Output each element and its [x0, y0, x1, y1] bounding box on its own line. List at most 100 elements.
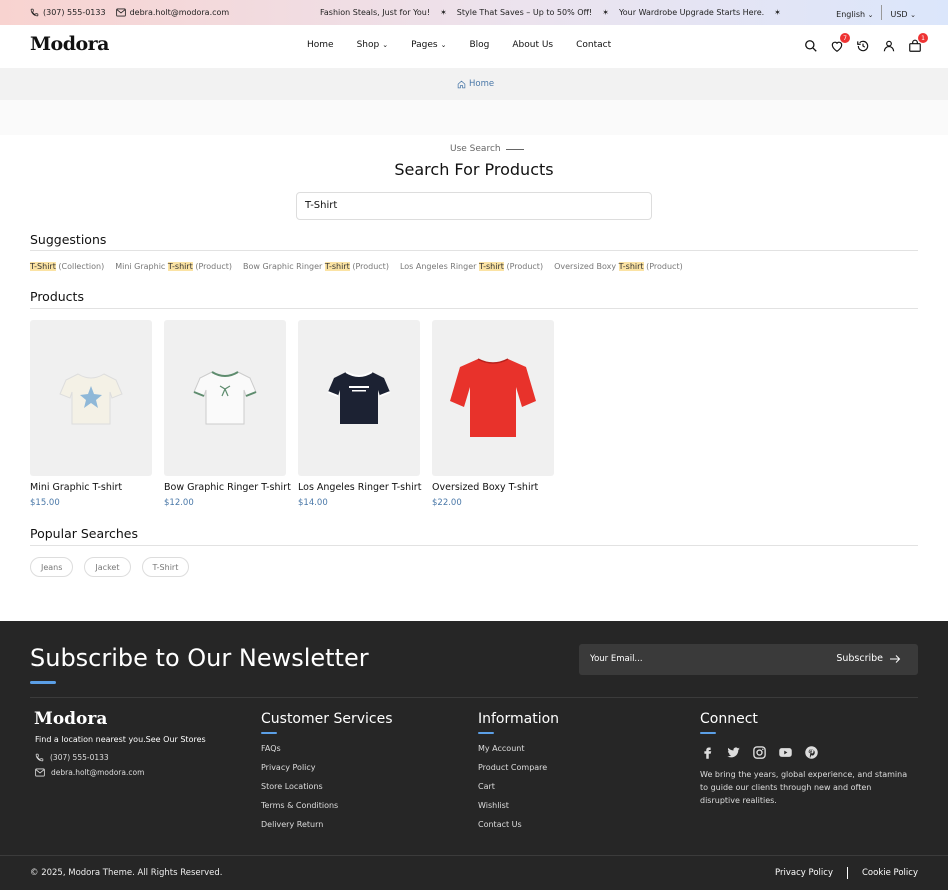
suggestions-title: Suggestions — [30, 232, 107, 247]
divider — [30, 250, 918, 251]
footer-link[interactable]: Delivery Return — [261, 820, 393, 829]
sparkle-icon: ✶ — [602, 8, 609, 17]
sparkle-icon: ✶ — [440, 8, 447, 17]
wishlist-count-badge: 7 — [840, 33, 850, 43]
suggestion-item[interactable]: T-Shirt (Collection) — [30, 262, 104, 271]
footer-email[interactable]: debra.holt@modora.com — [35, 768, 144, 777]
nav-item-home[interactable]: Home — [307, 40, 334, 50]
footer-link[interactable]: FAQs — [261, 744, 393, 753]
divider — [0, 855, 948, 856]
footer-link[interactable]: Privacy Policy — [261, 763, 393, 772]
product-card[interactable]: Mini Graphic T-shirt $15.00 — [30, 320, 152, 508]
instagram-icon[interactable] — [752, 745, 767, 760]
tshirt-image — [193, 371, 257, 425]
eyebrow-line — [505, 148, 524, 150]
history-icon — [857, 40, 869, 52]
site-header: Modora Home Shop ⌄ Pages ⌄ Blog About Us C… — [0, 25, 948, 68]
product-card[interactable]: Bow Graphic Ringer T-shirt $12.00 — [164, 320, 291, 508]
youtube-icon[interactable] — [778, 745, 793, 760]
search-chip[interactable]: Jeans — [30, 557, 74, 577]
title-underline — [30, 681, 56, 684]
suggestion-item[interactable]: Mini Graphic T-shirt (Product) — [115, 262, 232, 271]
product-card[interactable]: Oversized Boxy T-shirt $22.00 — [432, 320, 554, 508]
top-bar: (307) 555-0133 debra.holt@modora.com Fas… — [0, 0, 948, 25]
chevron-down-icon: ⌄ — [382, 41, 389, 49]
product-image[interactable] — [164, 320, 286, 476]
product-card[interactable]: Los Angeles Ringer T-shirt $14.00 — [298, 320, 421, 508]
privacy-policy-link[interactable]: Privacy Policy — [775, 868, 833, 878]
account-button[interactable] — [882, 38, 896, 52]
nav-item-blog[interactable]: Blog — [469, 40, 489, 50]
language-select[interactable]: English ⌄ — [836, 10, 873, 19]
cookie-policy-link[interactable]: Cookie Policy — [862, 868, 918, 878]
topbar-phone[interactable]: (307) 555-0133 — [30, 8, 106, 17]
promo-text: Fashion Steals, Just for You! — [320, 8, 431, 17]
search-button[interactable] — [804, 38, 818, 52]
footer-information: Information My Account Product Compare C… — [478, 711, 559, 829]
footer-link[interactable]: Store Locations — [261, 782, 393, 791]
product-price: $22.00 — [432, 498, 462, 508]
footer-logo[interactable]: Modora — [34, 709, 107, 729]
footer-link[interactable]: My Account — [478, 744, 559, 753]
footer-customer-services: Customer Services FAQs Privacy Policy St… — [261, 711, 393, 829]
product-name[interactable]: Bow Graphic Ringer T-shirt — [164, 482, 291, 493]
footer-column-title: Connect — [700, 711, 758, 727]
store-locator-text[interactable]: Find a location nearest you.See Our Stor… — [35, 735, 206, 744]
mail-icon — [35, 768, 45, 777]
spacer-band — [0, 100, 948, 135]
nav-item-about[interactable]: About Us — [512, 40, 553, 50]
product-name[interactable]: Los Angeles Ringer T-shirt — [298, 482, 421, 493]
cart-button[interactable]: 1 — [908, 33, 928, 52]
currency-select[interactable]: USD ⌄ — [890, 10, 916, 19]
footer-link[interactable]: Wishlist — [478, 801, 559, 810]
mail-icon — [115, 8, 126, 17]
search-input[interactable]: T-Shirt — [296, 192, 652, 220]
suggestion-item[interactable]: Los Angeles Ringer T-shirt (Product) — [400, 262, 543, 271]
cart-count-badge: 1 — [918, 33, 928, 43]
search-chip[interactable]: Jacket — [84, 557, 131, 577]
title-underline — [261, 732, 277, 734]
topbar-email[interactable]: debra.holt@modora.com — [115, 8, 229, 17]
pinterest-icon[interactable] — [804, 745, 819, 760]
footer-phone[interactable]: (307) 555-0133 — [35, 753, 109, 762]
subscribe-button[interactable]: Subscribe — [836, 653, 901, 664]
connect-description: We bring the years, global experience, a… — [700, 770, 908, 805]
footer-connect: Connect — [700, 711, 758, 734]
search-chip[interactable]: T-Shirt — [141, 557, 190, 577]
footer-link[interactable]: Product Compare — [478, 763, 559, 772]
legal-links: Privacy Policy Cookie Policy — [775, 867, 918, 879]
nav-item-contact[interactable]: Contact — [576, 40, 611, 50]
home-icon — [457, 80, 466, 88]
social-links — [700, 745, 819, 760]
footer-link[interactable]: Cart — [478, 782, 559, 791]
product-image[interactable] — [30, 320, 152, 476]
product-name[interactable]: Oversized Boxy T-shirt — [432, 482, 554, 493]
product-image[interactable] — [432, 320, 554, 476]
recently-viewed-button[interactable] — [856, 38, 870, 52]
tshirt-image — [327, 371, 391, 424]
twitter-icon[interactable] — [726, 745, 741, 760]
footer-link[interactable]: Contact Us — [478, 820, 559, 829]
copyright-text: © 2025, Modora Theme. All Rights Reserve… — [30, 868, 223, 878]
search-icon — [805, 40, 817, 52]
facebook-icon[interactable] — [700, 745, 715, 760]
product-image[interactable] — [298, 320, 420, 476]
product-price: $12.00 — [164, 498, 194, 508]
nav-item-shop[interactable]: Shop ⌄ — [357, 40, 389, 50]
arrow-right-icon — [890, 654, 901, 663]
site-logo[interactable]: Modora — [30, 33, 109, 55]
wishlist-button[interactable]: 7 — [830, 33, 850, 52]
email-field[interactable]: Your Email... — [590, 654, 643, 664]
phone-icon — [30, 8, 39, 17]
page-title: Search For Products — [394, 160, 554, 179]
product-name[interactable]: Mini Graphic T-shirt — [30, 482, 152, 493]
breadcrumb-home[interactable]: Home — [457, 79, 494, 89]
nav-item-pages[interactable]: Pages ⌄ — [411, 40, 446, 50]
suggestion-item[interactable]: Oversized Boxy T-shirt (Product) — [554, 262, 683, 271]
chevron-down-icon: ⌄ — [910, 10, 916, 19]
suggestion-item[interactable]: Bow Graphic Ringer T-shirt (Product) — [243, 262, 389, 271]
breadcrumb-bar: Home — [0, 68, 948, 100]
product-price: $14.00 — [298, 498, 328, 508]
footer-link[interactable]: Terms & Conditions — [261, 801, 393, 810]
tshirt-image — [59, 373, 123, 425]
